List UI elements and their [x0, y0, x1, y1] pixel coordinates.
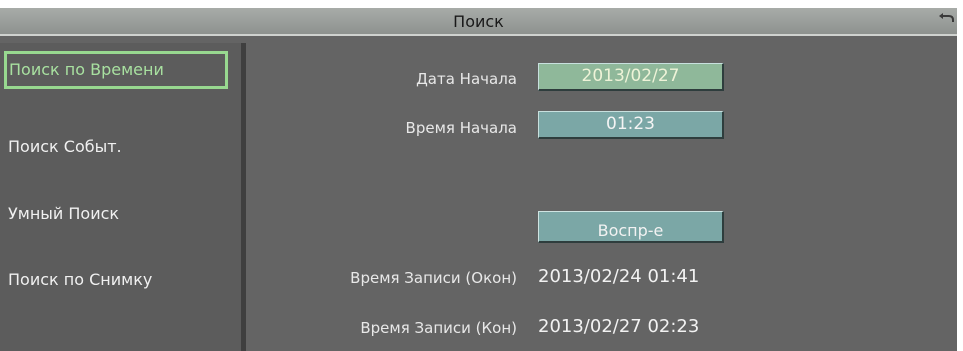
- sidebar-item-event-search[interactable]: Поиск Событ.: [4, 128, 228, 166]
- start-time-label: Время Начала: [405, 119, 517, 137]
- screen: Поиск Поиск по Времени Поиск Событ. Умны…: [0, 0, 963, 351]
- sidebar-item-label: Поиск по Снимку: [8, 270, 153, 289]
- play-button[interactable]: Воспр-е: [538, 211, 724, 243]
- back-arrow-icon[interactable]: [937, 10, 955, 28]
- start-date-label: Дата Начала: [416, 70, 517, 88]
- search-window: Поиск Поиск по Времени Поиск Событ. Умны…: [0, 8, 957, 351]
- record-start-label: Время Записи (Окон): [350, 269, 517, 287]
- window-title: Поиск: [453, 12, 504, 31]
- sidebar-item-label: Поиск Событ.: [8, 137, 122, 156]
- sidebar-item-snapshot-search[interactable]: Поиск по Снимку: [4, 261, 228, 299]
- start-date-field[interactable]: 2013/02/27: [538, 63, 724, 91]
- sidebar-item-label: Поиск по Времени: [9, 60, 164, 79]
- search-panel: Дата Начала 2013/02/27 Время Начала 01:2…: [248, 43, 957, 351]
- sidebar-item-smart-search[interactable]: Умный Поиск: [4, 195, 228, 233]
- title-bar: Поиск: [0, 8, 957, 36]
- start-time-field[interactable]: 01:23: [538, 111, 724, 139]
- record-end-value: 2013/02/27 02:23: [538, 316, 700, 337]
- record-end-label: Время Записи (Кон): [360, 319, 517, 337]
- search-sidebar: Поиск по Времени Поиск Событ. Умный Поис…: [0, 43, 246, 351]
- sidebar-item-time-search[interactable]: Поиск по Времени: [4, 51, 228, 89]
- sidebar-item-label: Умный Поиск: [8, 204, 120, 223]
- record-start-value: 2013/02/24 01:41: [538, 266, 700, 287]
